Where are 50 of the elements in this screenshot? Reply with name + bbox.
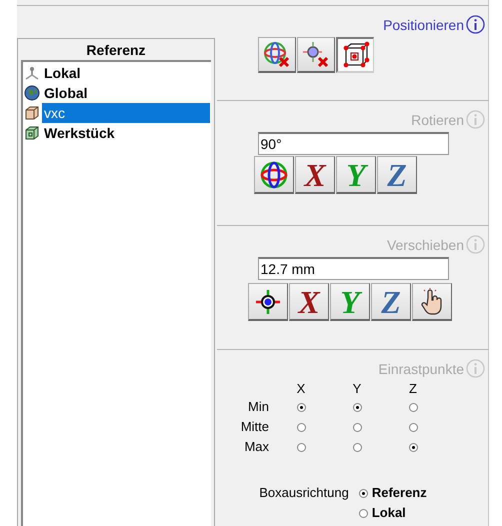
distance-field[interactable]: 12.7 mm	[258, 257, 448, 280]
crosshair-icon	[254, 288, 282, 316]
list-item[interactable]: Global	[42, 83, 210, 103]
bounding-box-icon	[342, 41, 370, 69]
axis-button[interactable]: X	[295, 156, 335, 194]
tool-button[interactable]	[248, 283, 288, 321]
info-icon[interactable]	[466, 15, 485, 34]
radio-button[interactable]	[408, 442, 418, 452]
globe-remove-icon	[263, 40, 291, 68]
box-icon	[24, 125, 40, 141]
radio-label[interactable]: Lokal	[372, 503, 406, 523]
axis-button[interactable]: X	[289, 283, 329, 321]
section-title: Verschieben	[386, 236, 464, 252]
axes-icon	[24, 65, 40, 81]
field-label: Boxausrichtung	[259, 484, 349, 502]
column-header: X	[296, 380, 306, 397]
point-remove-icon	[302, 40, 330, 68]
box-icon	[24, 105, 40, 121]
radio-button[interactable]	[296, 422, 306, 432]
axis-button[interactable]: Z	[371, 283, 411, 321]
section-title: Einrastpunkte	[378, 360, 464, 376]
column-header: Y	[352, 380, 362, 397]
tool-button[interactable]	[254, 156, 294, 194]
radio-button[interactable]	[352, 422, 362, 432]
radio-button[interactable]	[296, 442, 306, 452]
radio-button[interactable]	[358, 508, 368, 518]
radio-label[interactable]: Referenz	[372, 483, 427, 503]
angle-field[interactable]: 90°	[258, 132, 448, 155]
radio-button[interactable]	[408, 422, 418, 432]
row-label: Max	[244, 438, 270, 456]
column-header: Z	[409, 380, 417, 397]
row-label: Mitte	[240, 418, 270, 436]
list-item[interactable]: Werkstück	[42, 123, 210, 143]
tool-button[interactable]	[336, 37, 374, 73]
axis-button[interactable]: Z	[377, 156, 417, 194]
globe-icon	[24, 85, 40, 101]
row-label: Min	[248, 398, 270, 416]
radio-button[interactable]	[352, 442, 362, 452]
radio-button[interactable]	[352, 402, 362, 412]
section-title: Positionieren	[383, 16, 464, 32]
list-item[interactable]: Lokal	[42, 63, 210, 83]
section-title: Rotieren	[411, 112, 464, 128]
group-title: Referenz	[85, 41, 147, 60]
globe-icon	[259, 160, 289, 190]
tool-button[interactable]	[297, 37, 335, 73]
radio-button[interactable]	[296, 402, 306, 412]
tool-button[interactable]	[412, 283, 452, 321]
radio-button[interactable]	[408, 402, 418, 412]
list-item[interactable]: vxc	[42, 103, 210, 123]
radio-button[interactable]	[358, 488, 368, 498]
